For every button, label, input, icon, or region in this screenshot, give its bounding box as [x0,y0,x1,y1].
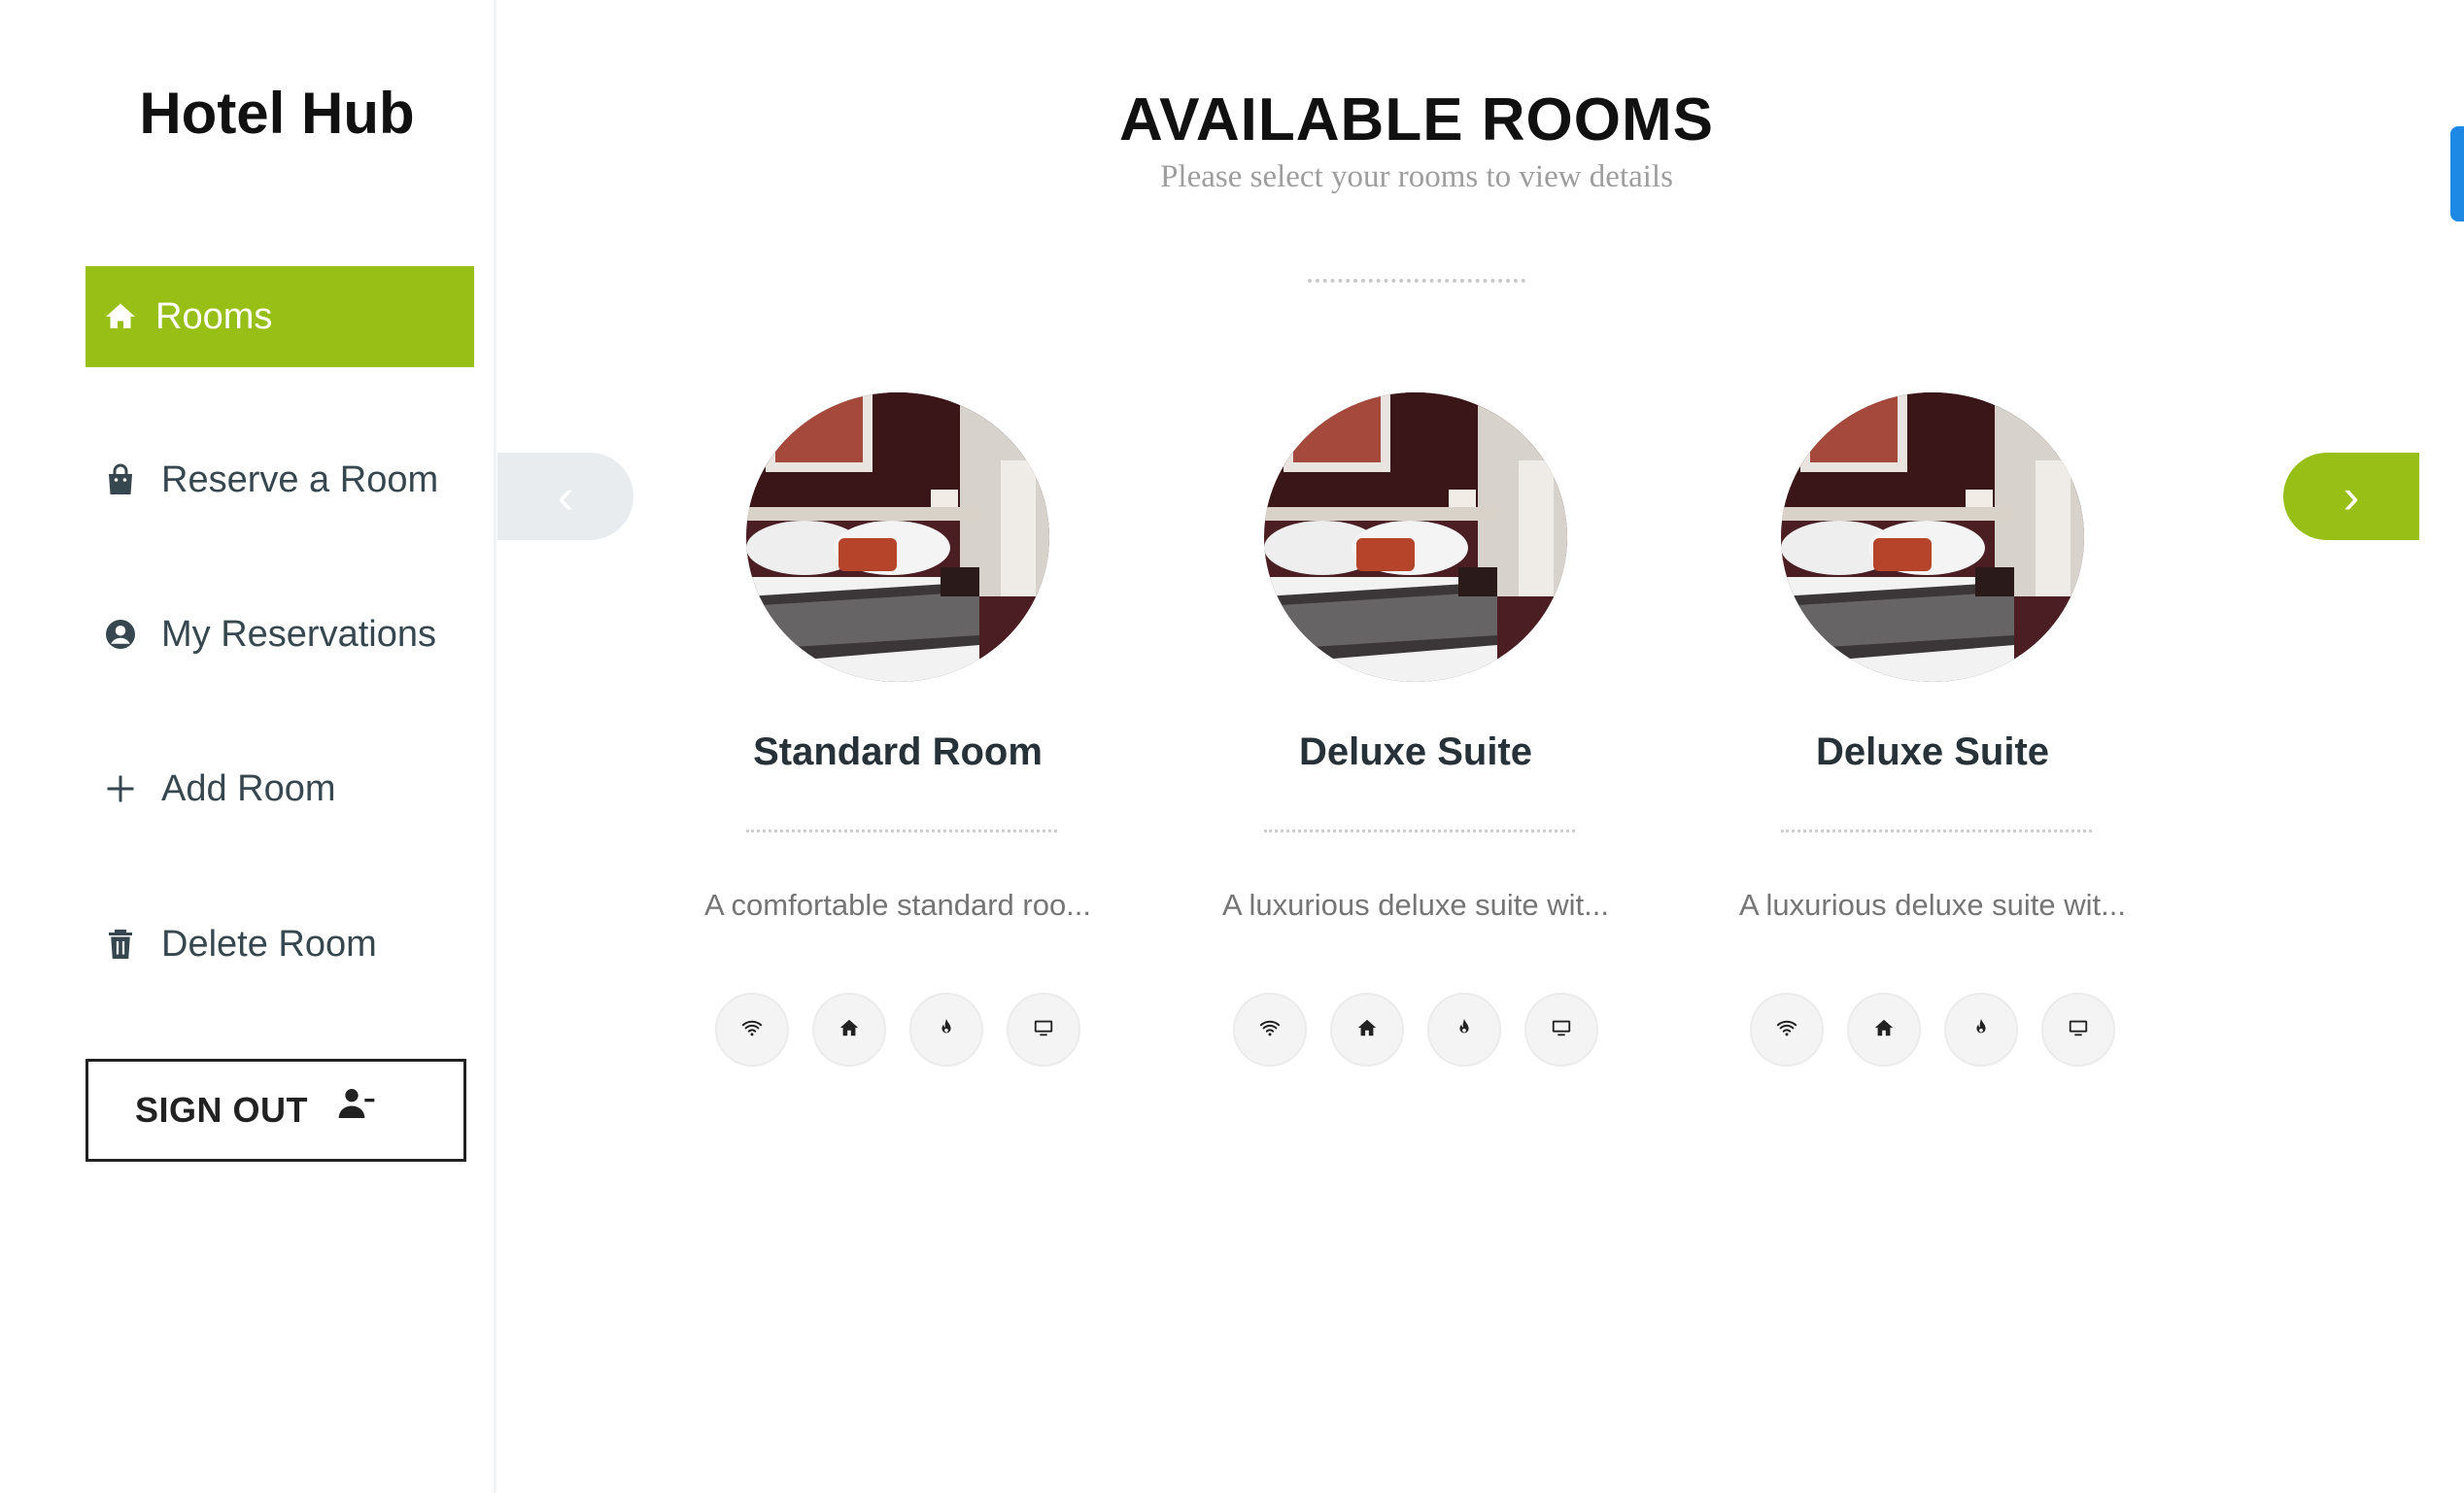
amenity-wifi[interactable] [715,993,789,1067]
carousel-next-button[interactable]: › [2283,453,2419,540]
sidebar-item-label: Reserve a Room [161,458,439,500]
amenity-wifi[interactable] [1233,993,1307,1067]
amenity-home[interactable] [812,993,886,1067]
room-card[interactable]: Deluxe Suite A luxurious deluxe suite wi… [1709,389,2156,1088]
tv-icon [2068,1017,2089,1043]
amenity-fire[interactable] [1427,993,1501,1067]
user-circle-icon [103,617,138,652]
sidebar-item-add-room[interactable]: Add Room [86,738,474,839]
edge-tab[interactable] [2450,126,2464,221]
amenity-wifi[interactable] [1750,993,1824,1067]
room-name: Deluxe Suite [1815,730,2050,773]
user-minus-icon [337,1084,376,1123]
home-icon [1356,1017,1378,1043]
sidebar-item-my-reservations[interactable]: My Reservations [86,584,474,685]
amenity-list [1192,993,1639,1067]
sign-out-button[interactable]: SIGN OUT [86,1059,466,1162]
amenity-home[interactable] [1847,993,1921,1067]
room-card[interactable]: Deluxe Suite A luxurious deluxe suite wi… [1192,389,1639,1088]
room-description: A luxurious deluxe suite wit... [1221,888,1610,922]
shopping-bag-icon [103,462,138,497]
room-name: Deluxe Suite [1298,730,1533,773]
room-name: Standard Room [753,730,1043,773]
sidebar-item-label: Delete Room [161,923,377,965]
fire-icon [936,1017,957,1043]
room-photo[interactable] [1264,392,1567,682]
wifi-icon [1776,1017,1797,1043]
room-description: A comfortable standard roo... [703,888,1092,922]
sidebar-item-label: Add Room [161,767,336,809]
card-divider [1264,830,1575,832]
amenity-tv[interactable] [1007,993,1080,1067]
page-subtitle: Please select your rooms to view details [1160,159,1673,194]
sidebar: Hotel Hub Rooms Reserve a Room My Reserv… [0,0,496,1493]
amenity-list [674,993,1121,1067]
room-card[interactable]: Standard Room A comfortable standard roo… [674,389,1121,1088]
sidebar-item-rooms[interactable]: Rooms [86,266,474,367]
amenity-fire[interactable] [1944,993,2018,1067]
trash-icon [103,927,138,962]
title-divider [1308,279,1525,283]
home-icon [1873,1017,1895,1043]
tv-icon [1551,1017,1572,1043]
wifi-icon [1259,1017,1281,1043]
amenity-tv[interactable] [1524,993,1598,1067]
room-description: A luxurious deluxe suite wit... [1738,888,2127,922]
sidebar-item-delete-room[interactable]: Delete Room [86,894,474,995]
card-divider [746,830,1057,832]
sign-out-label: SIGN OUT [135,1090,309,1130]
amenity-tv[interactable] [2041,993,2115,1067]
sidebar-item-reserve-room[interactable]: Reserve a Room [86,429,474,530]
plus-icon [103,771,138,806]
amenity-list [1709,993,2156,1067]
wifi-icon [741,1017,763,1043]
home-icon [103,299,138,334]
room-photo[interactable] [746,392,1049,682]
fire-icon [1454,1017,1475,1043]
home-icon [838,1017,860,1043]
card-divider [1781,830,2092,832]
sidebar-item-label: Rooms [155,295,273,337]
sidebar-item-label: My Reservations [161,613,436,655]
tv-icon [1033,1017,1054,1043]
room-photo[interactable] [1781,392,2084,682]
carousel-prev-button[interactable]: ‹ [497,453,633,540]
fire-icon [1970,1017,1992,1043]
amenity-home[interactable] [1330,993,1404,1067]
brand-title: Hotel Hub [139,81,415,146]
amenity-fire[interactable] [909,993,983,1067]
page-title: AVAILABLE ROOMS [1118,86,1715,153]
